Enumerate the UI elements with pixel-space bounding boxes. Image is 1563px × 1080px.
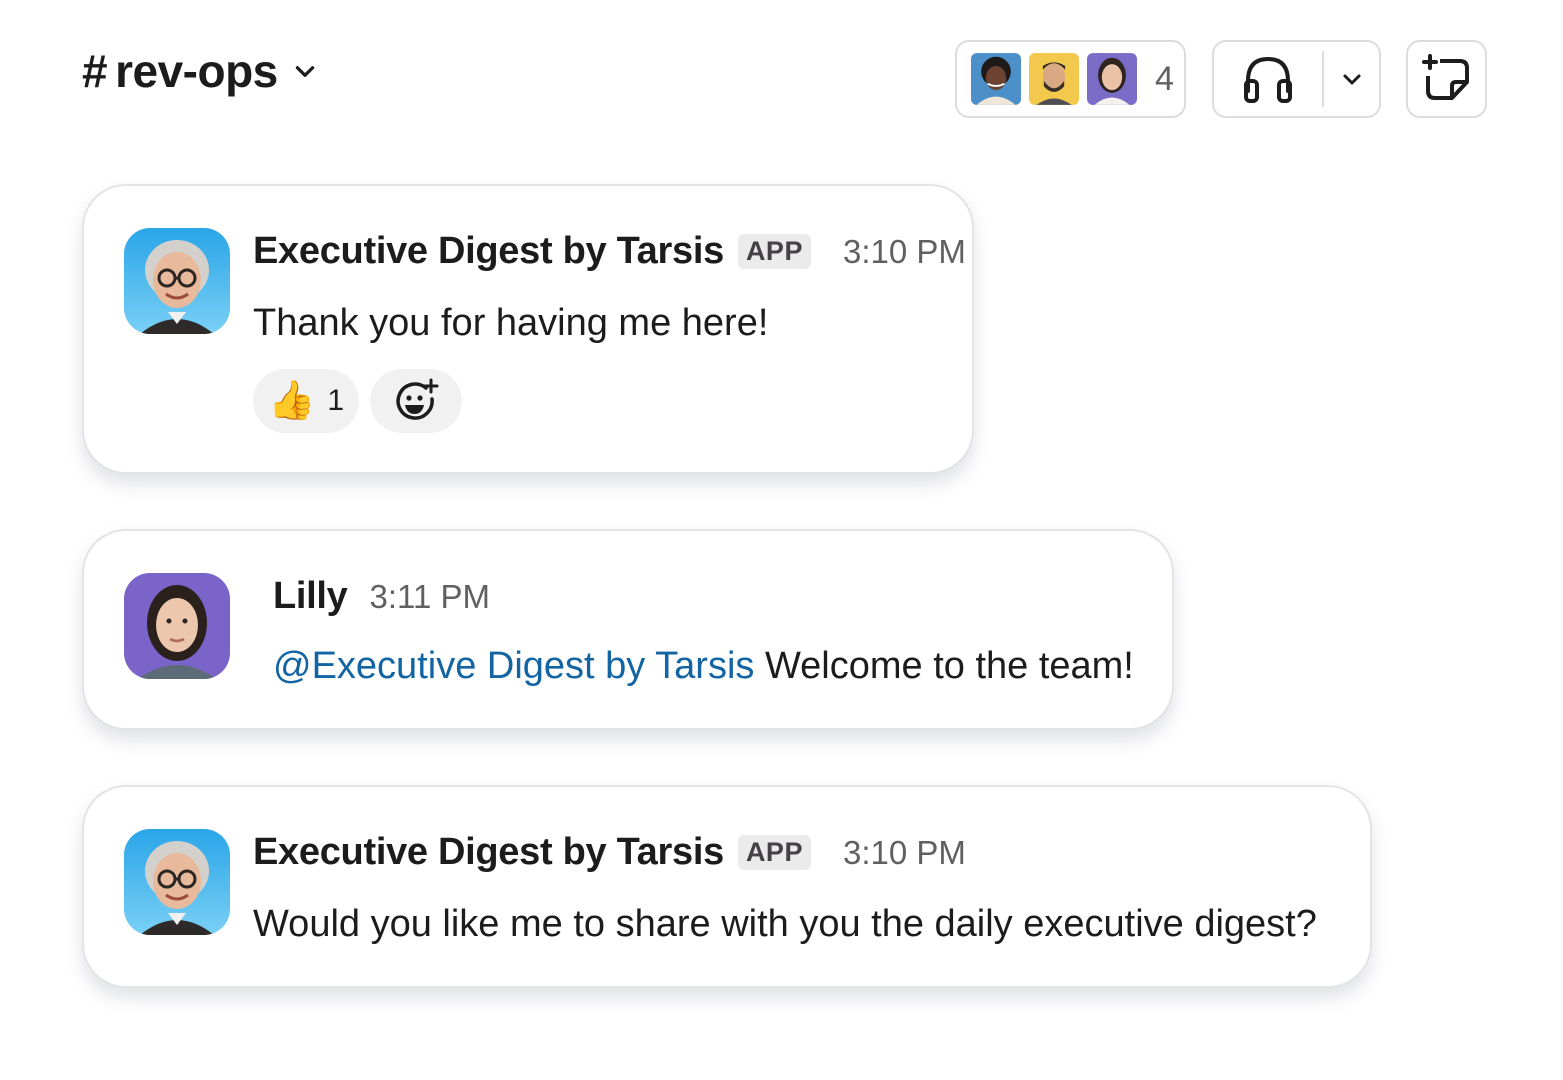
- message-body: Welcome to the team!: [764, 645, 1134, 687]
- add-reaction-icon: [396, 378, 439, 420]
- chevron-down-icon: [295, 66, 314, 77]
- add-reaction-button[interactable]: [370, 369, 462, 433]
- avatar[interactable]: [124, 829, 230, 935]
- avatar[interactable]: [124, 573, 230, 679]
- avatar[interactable]: [124, 228, 230, 334]
- member-avatar: [1027, 51, 1081, 107]
- new-canvas-button[interactable]: [1406, 40, 1487, 118]
- member-avatar: [969, 51, 1023, 107]
- message-card[interactable]: Executive Digest by Tarsis APP 3:10 PM W…: [82, 785, 1372, 988]
- message-timestamp[interactable]: 3:11 PM: [370, 578, 490, 616]
- channel-members-button[interactable]: 4: [955, 40, 1186, 118]
- message-card[interactable]: Lilly 3:11 PM @Executive Digest by Tarsi…: [82, 529, 1174, 730]
- thumbs-up-icon: 👍: [267, 380, 316, 422]
- reaction-thumbs-up[interactable]: 👍 1: [253, 369, 359, 433]
- sender-name[interactable]: Lilly: [273, 575, 348, 618]
- headphones-icon: [1244, 56, 1292, 103]
- canvas-add-icon: [1421, 54, 1469, 100]
- user-mention[interactable]: @Executive Digest by Tarsis: [273, 645, 754, 687]
- huddle-options-dropdown[interactable]: [1324, 67, 1379, 91]
- sender-name[interactable]: Executive Digest by Tarsis: [253, 831, 724, 874]
- chevron-down-icon: [1343, 74, 1360, 85]
- message-text: @Executive Digest by Tarsis Welcome to t…: [273, 645, 1134, 688]
- reaction-count: 1: [327, 384, 344, 417]
- message-timestamp[interactable]: 3:10 PM: [843, 834, 966, 872]
- app-badge: APP: [737, 835, 811, 870]
- channel-prefix: #: [82, 45, 108, 97]
- message-timestamp[interactable]: 3:10 PM: [843, 233, 966, 271]
- message-card[interactable]: Executive Digest by Tarsis APP 3:10 PM T…: [82, 184, 974, 474]
- member-count: 4: [1155, 59, 1174, 98]
- message-text: Thank you for having me here!: [253, 302, 769, 344]
- channel-title-button[interactable]: # rev-ops: [82, 44, 318, 98]
- sender-name[interactable]: Executive Digest by Tarsis: [253, 230, 724, 273]
- app-badge: APP: [737, 234, 811, 269]
- huddle-button[interactable]: [1212, 40, 1381, 118]
- message-text: Would you like me to share with you the …: [253, 903, 1317, 945]
- member-avatar: [1085, 51, 1139, 107]
- channel-name: rev-ops: [115, 45, 278, 97]
